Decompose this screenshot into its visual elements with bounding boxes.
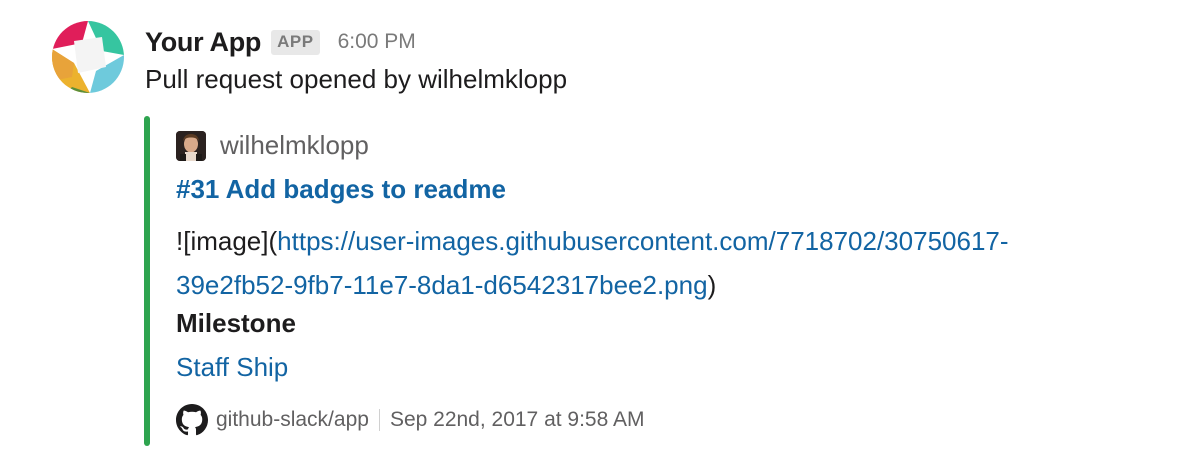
body-prefix: ![image]( bbox=[176, 226, 278, 256]
footer-source: github-slack/app bbox=[216, 408, 369, 431]
body-suffix: ) bbox=[707, 270, 717, 300]
attachment-color-bar bbox=[144, 116, 150, 446]
pull-request-title-link[interactable]: #31 Add badges to readme bbox=[176, 174, 506, 205]
user-avatar-icon[interactable] bbox=[176, 130, 206, 161]
github-icon bbox=[176, 404, 208, 436]
attachment-footer: github-slack/app Sep 22nd, 2017 at 9:58 … bbox=[176, 403, 644, 437]
message-header: Your App APP 6:00 PM bbox=[145, 24, 416, 60]
milestone-field-title: Milestone bbox=[176, 308, 296, 338]
image-url-link[interactable]: https://user-images.githubusercontent.co… bbox=[176, 226, 1009, 300]
message-text: Pull request opened by wilhelmklopp bbox=[145, 64, 568, 94]
message-timestamp[interactable]: 6:00 PM bbox=[338, 30, 416, 54]
app-logo-icon[interactable] bbox=[52, 21, 124, 93]
message-attachment: wilhelmklopp #31 Add badges to readme ![… bbox=[144, 116, 1184, 446]
author-name[interactable]: wilhelmklopp bbox=[220, 130, 369, 161]
slack-message: Your App APP 6:00 PM Pull request opened… bbox=[0, 0, 1204, 476]
app-badge: APP bbox=[271, 29, 320, 55]
attachment-author: wilhelmklopp bbox=[176, 130, 369, 161]
footer-divider bbox=[378, 409, 380, 431]
footer-timestamp: Sep 22nd, 2017 at 9:58 AM bbox=[389, 408, 645, 431]
image-url-line1[interactable]: https://user-images.githubusercontent.co… bbox=[277, 226, 1008, 256]
attachment-body: ![image](https://user-images.githubuserc… bbox=[176, 219, 1176, 307]
image-url-line2[interactable]: 39e2fb52-9fb7-11e7-8da1-d6542317bee2.png bbox=[176, 270, 708, 300]
milestone-field-value-link[interactable]: Staff Ship bbox=[176, 352, 288, 383]
app-name[interactable]: Your App bbox=[145, 27, 261, 58]
